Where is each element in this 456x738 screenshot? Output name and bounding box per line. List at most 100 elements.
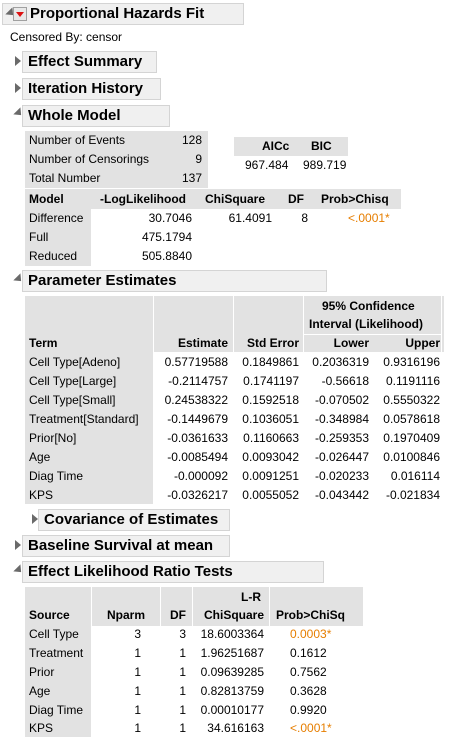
- pe-lower-header: Lower: [333, 336, 369, 350]
- report-header: Proportional Hazards Fit: [2, 3, 244, 25]
- lr-df: 1: [179, 721, 186, 735]
- pe-term: Treatment[Standard]: [29, 412, 139, 426]
- pe-upper: 0.016114: [390, 469, 440, 483]
- pe-term: Cell Type[Adeno]: [29, 355, 121, 369]
- disclosure-right-icon[interactable]: [15, 83, 21, 93]
- pe-term: Cell Type[Small]: [29, 393, 116, 407]
- lr-source: KPS: [29, 721, 54, 735]
- lr-prob: 0.0003*: [290, 627, 332, 641]
- pe-term-header: Term: [29, 336, 58, 350]
- pe-term: Cell Type[Large]: [29, 374, 117, 388]
- censored-by-label: Censored By: censor: [10, 30, 123, 44]
- lr-divider: [192, 587, 193, 626]
- lr-tests-header[interactable]: Effect Likelihood Ratio Tests: [22, 561, 324, 583]
- aicc-value: 967.484: [245, 158, 289, 172]
- pe-stderr: 0.0055052: [242, 488, 299, 502]
- lr-prob: 0.3628: [290, 684, 327, 698]
- pe-estimate: 0.24538322: [164, 393, 228, 407]
- pe-estimate: -0.0085494: [167, 450, 228, 464]
- lr-nparm: 1: [134, 684, 141, 698]
- pe-term: Diag Time: [29, 469, 84, 483]
- pe-lower: -0.070502: [314, 393, 369, 407]
- pe-term: Prior[No]: [29, 431, 77, 445]
- pe-upper: 0.1970409: [383, 431, 440, 445]
- pe-stderr: 0.0091251: [242, 469, 299, 483]
- pe-estimate: -0.2114757: [168, 374, 228, 388]
- lr-chisq-header: L-R: [241, 590, 261, 604]
- pe-divider: [153, 296, 154, 352]
- pe-upper: 0.9316196: [383, 355, 440, 369]
- pe-stderr: 0.1741197: [243, 374, 299, 388]
- lr-nparm: 3: [134, 627, 141, 641]
- lr-prob: 0.1612: [290, 646, 327, 660]
- lr-df: 3: [179, 627, 186, 641]
- lr-source: Cell Type: [29, 627, 79, 641]
- iteration-history-title: Iteration History: [28, 80, 144, 97]
- lr-chisquare: 0.00010177: [200, 703, 264, 717]
- pe-estimate: -0.0326217: [167, 488, 228, 502]
- pe-estimate-header: Estimate: [177, 336, 228, 350]
- red-triangle-menu-icon[interactable]: [13, 7, 27, 21]
- pe-estimate: -0.0361633: [167, 431, 228, 445]
- lr-nparm: 1: [134, 646, 141, 660]
- pe-lower: -0.259353: [314, 431, 369, 445]
- iteration-history-header[interactable]: Iteration History: [22, 78, 161, 100]
- covariance-header[interactable]: Covariance of Estimates: [38, 509, 230, 531]
- count-label: Number of Censorings: [29, 152, 150, 166]
- pe-lower: -0.043442: [314, 488, 369, 502]
- pe-term: KPS: [29, 488, 54, 502]
- model-row-loglik: 30.7046: [148, 211, 192, 225]
- pe-upper: 0.0100846: [383, 450, 440, 464]
- loglik-col-header: -LogLikelihood: [100, 192, 186, 206]
- effect-summary-header[interactable]: Effect Summary: [22, 51, 157, 73]
- lr-prob: 0.7562: [290, 665, 327, 679]
- lr-nparm: 1: [134, 665, 141, 679]
- effect-summary-title: Effect Summary: [28, 53, 143, 70]
- pe-lower: 0.2036319: [312, 355, 369, 369]
- report-title: Proportional Hazards Fit: [30, 5, 205, 22]
- model-row-loglik: 505.8840: [141, 249, 192, 263]
- parameter-estimates-title: Parameter Estimates: [28, 272, 177, 289]
- bic-header: BIC: [311, 139, 332, 153]
- lr-chisquare: 18.6003364: [200, 627, 264, 641]
- lr-tests-title: Effect Likelihood Ratio Tests: [28, 563, 233, 580]
- pe-divider: [303, 296, 304, 352]
- pe-divider: [233, 296, 234, 352]
- model-row-chisq: 61.4091: [228, 211, 272, 225]
- pe-stderr: 0.1036051: [242, 412, 299, 426]
- model-row-loglik: 475.1794: [141, 230, 192, 244]
- pe-lower: -0.026447: [314, 450, 369, 464]
- lr-chisquare: 34.616163: [207, 721, 264, 735]
- pe-upper-header: Upper: [405, 336, 440, 350]
- lr-df: 1: [179, 665, 186, 679]
- lr-source-header: Source: [29, 608, 70, 622]
- pe-stderr: 0.1160663: [243, 431, 299, 445]
- aicc-header: AICc: [262, 139, 290, 153]
- lr-divider: [269, 587, 270, 626]
- lr-chisquare-header: ChiSquare: [203, 608, 264, 622]
- baseline-header[interactable]: Baseline Survival at mean: [22, 535, 230, 557]
- pe-ci-header: Interval (Likelihood): [309, 317, 424, 331]
- lr-chisquare: 1.96251687: [200, 646, 264, 660]
- parameter-estimates-header[interactable]: Parameter Estimates: [22, 270, 327, 292]
- lr-divider: [91, 587, 92, 626]
- lr-source: Treatment: [29, 646, 84, 660]
- model-row-prob: <.0001*: [348, 211, 390, 225]
- whole-model-title: Whole Model: [28, 107, 121, 124]
- pe-upper: -0.021834: [385, 488, 440, 502]
- lr-source: Prior: [29, 665, 55, 679]
- model-col-header: Model: [29, 192, 64, 206]
- lr-source: Diag Time: [29, 703, 84, 717]
- lr-df: 1: [179, 703, 186, 717]
- pe-stderr-header: Std Error: [246, 336, 299, 350]
- disclosure-right-icon[interactable]: [15, 56, 21, 66]
- pe-upper: 0.0578618: [383, 412, 440, 426]
- model-row-df: 8: [301, 211, 308, 225]
- pe-upper: 0.5550322: [383, 393, 440, 407]
- pe-stderr: 0.1592518: [242, 393, 299, 407]
- whole-model-header[interactable]: Whole Model: [22, 105, 170, 127]
- chisq-col-header: ChiSquare: [205, 192, 266, 206]
- df-col-header: DF: [288, 192, 304, 206]
- disclosure-right-icon[interactable]: [15, 540, 21, 550]
- pe-estimate: 0.57719588: [164, 355, 228, 369]
